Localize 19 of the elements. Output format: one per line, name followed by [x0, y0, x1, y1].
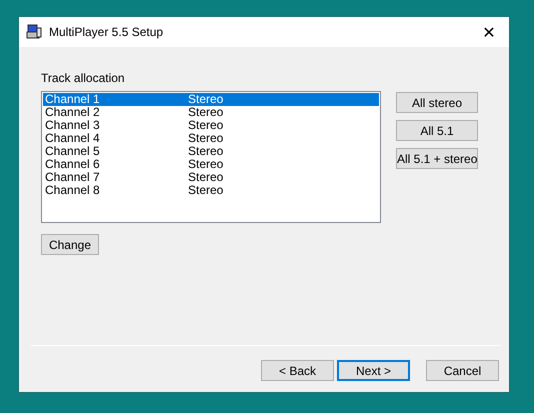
- preset-button[interactable]: All 5.1: [396, 120, 478, 141]
- change-button[interactable]: Change: [41, 234, 99, 255]
- track-row[interactable]: Channel 6 Stereo: [43, 158, 379, 171]
- track-row[interactable]: Channel 3 Stereo: [43, 119, 379, 132]
- close-button[interactable]: ✕: [469, 17, 509, 47]
- nav-button[interactable]: Next >: [337, 360, 410, 381]
- nav-button[interactable]: Cancel: [426, 360, 499, 381]
- window-title: MultiPlayer 5.5 Setup: [49, 25, 164, 39]
- track-row[interactable]: Channel 8 Stereo: [43, 184, 379, 197]
- track-row[interactable]: Channel 2 Stereo: [43, 106, 379, 119]
- track-row[interactable]: Channel 5 Stereo: [43, 145, 379, 158]
- track-row[interactable]: Channel 7 Stereo: [43, 171, 379, 184]
- installer-icon: [26, 24, 42, 40]
- section-label: Track allocation: [41, 71, 126, 85]
- nav-button[interactable]: < Back: [261, 360, 334, 381]
- track-row[interactable]: Channel 1 Stereo: [43, 93, 379, 106]
- track-row[interactable]: Channel 4 Stereo: [43, 132, 379, 145]
- preset-button[interactable]: All stereo: [396, 92, 478, 113]
- preset-button[interactable]: All 5.1 + stereo: [396, 148, 478, 169]
